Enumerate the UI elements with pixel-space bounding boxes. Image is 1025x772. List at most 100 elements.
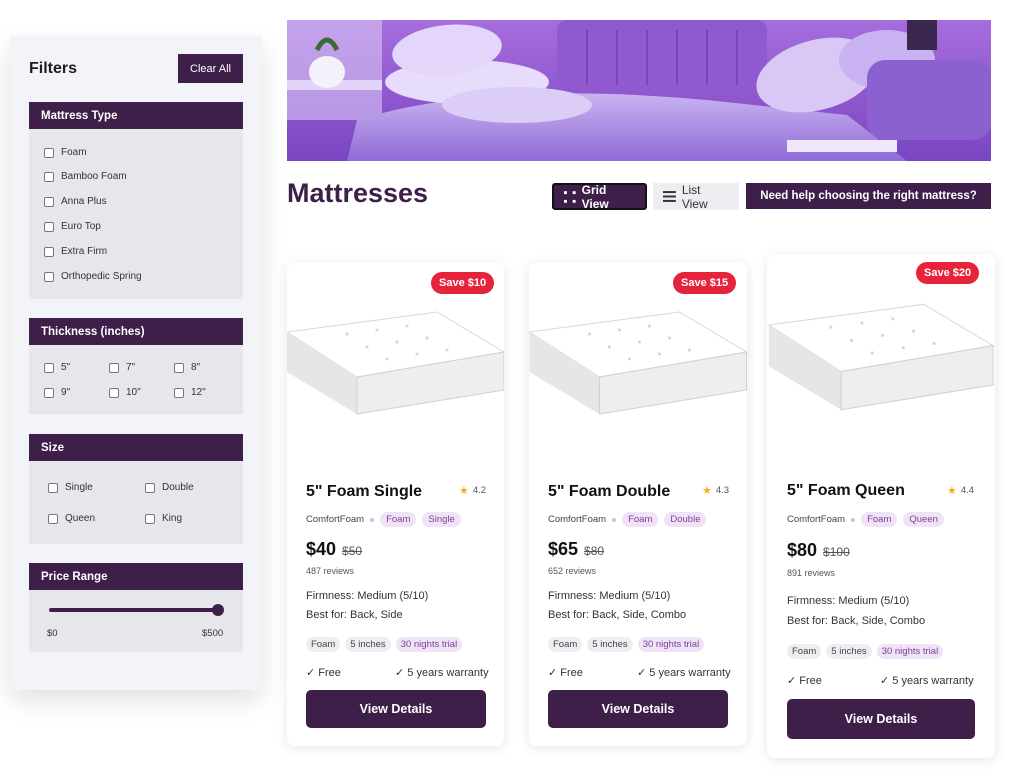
mattress-type-option-orthopedic-spring[interactable]: Orthopedic Spring <box>44 271 142 282</box>
size-chip: Queen <box>903 512 944 527</box>
star-icon: ★ <box>702 485 712 497</box>
best-for-spec: Best for: Back, Side, Combo <box>787 615 926 627</box>
product-name[interactable]: 5" Foam Single <box>306 483 422 501</box>
mattress-type-option-foam[interactable]: Foam <box>44 147 87 158</box>
review-count: 652 reviews <box>548 566 597 576</box>
checkbox[interactable] <box>109 362 119 373</box>
checkbox[interactable] <box>48 482 58 493</box>
separator-dot <box>851 517 856 522</box>
size-option-queen[interactable]: Queen <box>48 513 95 524</box>
brand-name: ComfortFoam <box>548 514 607 525</box>
firmness-spec: Firmness: Medium (5/10) <box>548 590 671 602</box>
firmness-spec: Firmness: Medium (5/10) <box>787 595 910 607</box>
product-tags: Foam 5 inches 30 nights trial <box>306 637 463 652</box>
tag: 5 inches <box>345 637 391 652</box>
checkbox[interactable] <box>44 362 54 373</box>
product-rating: ★ 4.2 <box>459 485 487 497</box>
separator-dot <box>370 517 375 522</box>
thickness-option-9[interactable]: 9" <box>44 387 70 398</box>
size-option-double[interactable]: Double <box>145 482 194 493</box>
checkbox[interactable] <box>145 513 155 524</box>
current-price: $65 <box>548 539 579 559</box>
checkbox[interactable] <box>145 482 155 493</box>
grid-view-label: Grid View <box>581 182 609 211</box>
brand-name: ComfortFoam <box>787 514 846 525</box>
view-details-button[interactable]: View Details <box>548 690 728 728</box>
thickness-option-8[interactable]: 8" <box>174 362 200 373</box>
product-card[interactable]: Save $20 5" Foam Queen ★ 4.4 ComfortFoam … <box>767 254 995 758</box>
tag: Foam <box>306 637 341 652</box>
price-range-heading: Price Range <box>29 563 243 590</box>
product-name[interactable]: 5" Foam Double <box>548 483 670 501</box>
mattress-type-option-anna-plus[interactable]: Anna Plus <box>44 196 107 207</box>
review-count: 891 reviews <box>787 568 836 578</box>
checkbox[interactable] <box>48 513 58 524</box>
tag: Foam <box>548 637 583 652</box>
best-for-spec: Best for: Back, Side, Combo <box>548 609 687 621</box>
thickness-option-12[interactable]: 12" <box>174 387 206 398</box>
product-meta: ComfortFoam Foam Single <box>306 512 461 527</box>
thickness-option-5[interactable]: 5" <box>44 362 70 373</box>
price-range-handle[interactable] <box>212 604 224 616</box>
checkbox[interactable] <box>109 387 119 398</box>
checkbox[interactable] <box>174 387 184 398</box>
product-card[interactable]: Save $15 5" Foam Double ★ 4.3 ComfortFoam… <box>529 262 747 746</box>
free-perk: ✓ Free <box>787 675 822 687</box>
hero-banner <box>287 20 991 161</box>
warranty-perk: ✓ 5 years warranty <box>637 667 731 679</box>
view-details-button[interactable]: View Details <box>787 699 975 739</box>
product-card[interactable]: Save $10 5" Foam Single ★ 4.2 ComfortFoam… <box>287 262 504 746</box>
type-chip: Foam <box>622 512 659 527</box>
mattress-type-option-extra-firm[interactable]: Extra Firm <box>44 246 107 257</box>
price-range-slider[interactable] <box>49 608 219 612</box>
current-price: $40 <box>306 539 337 559</box>
page-title: Mattresses <box>287 178 429 208</box>
checkbox[interactable] <box>44 196 54 207</box>
current-price: $80 <box>787 540 818 560</box>
size-chip: Double <box>664 512 707 527</box>
product-price: $40 $50 <box>306 539 362 560</box>
star-icon: ★ <box>459 485 469 497</box>
original-price: $100 <box>823 545 850 559</box>
original-price: $50 <box>342 544 363 558</box>
product-rating: ★ 4.3 <box>702 485 730 497</box>
brand-name: ComfortFoam <box>306 514 365 525</box>
help-choosing-button[interactable]: Need help choosing the right mattress? <box>746 183 991 209</box>
product-meta: ComfortFoam Foam Double <box>548 512 707 527</box>
checkbox[interactable] <box>44 387 54 398</box>
checkbox[interactable] <box>44 271 54 282</box>
product-meta: ComfortFoam Foam Queen <box>787 512 944 527</box>
product-price: $80 $100 <box>787 540 850 561</box>
thickness-heading: Thickness (inches) <box>29 318 243 345</box>
size-heading: Size <box>29 434 243 461</box>
mattress-type-option-bamboo-foam[interactable]: Bamboo Foam <box>44 171 127 182</box>
tag-trial: 30 nights trial <box>395 637 463 652</box>
original-price: $80 <box>584 544 605 558</box>
tag: Foam <box>787 644 822 659</box>
save-badge: Save $15 <box>673 272 737 294</box>
checkbox[interactable] <box>44 171 54 182</box>
save-badge: Save $10 <box>431 272 495 294</box>
view-details-button[interactable]: View Details <box>306 690 486 728</box>
thickness-option-10[interactable]: 10" <box>109 387 141 398</box>
filters-title: Filters <box>29 60 78 77</box>
list-view-button[interactable]: List View <box>653 183 739 211</box>
checkbox[interactable] <box>174 362 184 373</box>
checkbox[interactable] <box>44 147 54 158</box>
checkbox[interactable] <box>44 246 54 257</box>
thickness-option-7[interactable]: 7" <box>109 362 135 373</box>
size-option-single[interactable]: Single <box>48 482 93 493</box>
tag: 5 inches <box>587 637 633 652</box>
product-price: $65 $80 <box>548 539 604 560</box>
grid-view-button[interactable]: Grid View <box>552 182 647 211</box>
mattress-image <box>767 303 995 411</box>
checkbox[interactable] <box>44 221 54 232</box>
mattress-type-option-euro-top[interactable]: Euro Top <box>44 221 101 232</box>
size-chip: Single <box>422 512 461 527</box>
size-filter: Size Single Double Queen King <box>29 434 243 544</box>
size-option-king[interactable]: King <box>145 513 182 524</box>
clear-all-button[interactable]: Clear All <box>178 54 243 83</box>
product-name[interactable]: 5" Foam Queen <box>787 482 905 500</box>
free-perk: ✓ Free <box>306 667 341 679</box>
review-count: 487 reviews <box>306 566 355 576</box>
